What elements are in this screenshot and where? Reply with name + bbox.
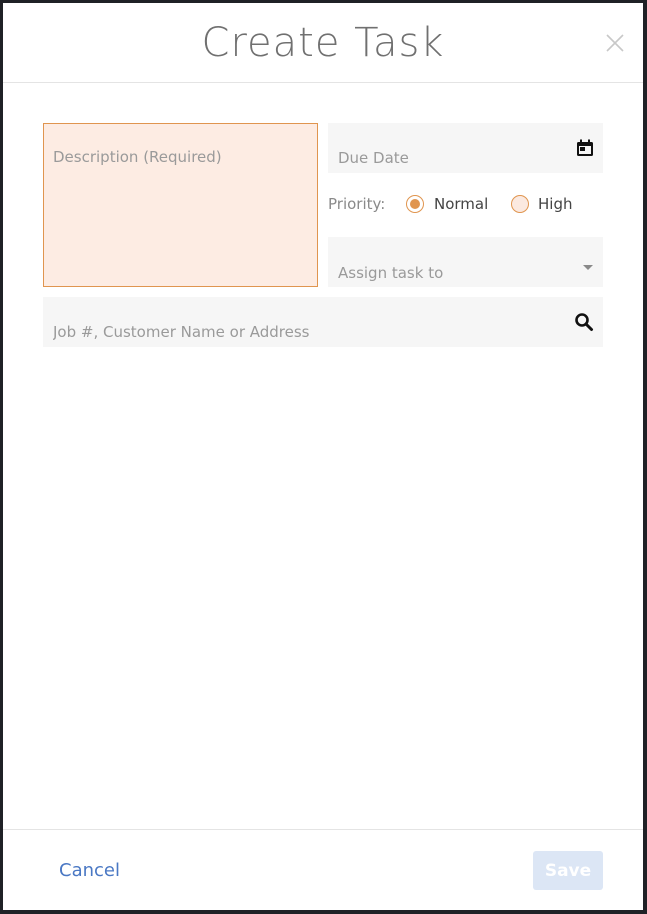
assign-task-select[interactable]: Assign task to <box>328 237 603 287</box>
description-field[interactable] <box>43 123 318 287</box>
create-task-modal: Create Task Priority: Normal <box>3 3 643 910</box>
calendar-icon[interactable] <box>575 138 595 158</box>
search-icon[interactable] <box>574 312 594 332</box>
cancel-button[interactable]: Cancel <box>59 860 120 881</box>
close-icon[interactable] <box>603 31 627 55</box>
save-button[interactable]: Save <box>533 851 603 890</box>
due-date-input[interactable] <box>338 148 563 168</box>
priority-high-radio[interactable] <box>511 195 529 213</box>
modal-title: Create Task <box>201 20 445 66</box>
radio-selected-dot <box>410 199 420 209</box>
modal-header: Create Task <box>3 3 643 83</box>
assign-task-placeholder: Assign task to <box>338 264 444 282</box>
priority-group: Priority: Normal High <box>328 192 603 218</box>
due-date-field[interactable] <box>328 123 603 173</box>
priority-normal-radio[interactable] <box>406 195 424 213</box>
job-search-field[interactable] <box>43 297 603 347</box>
priority-high-label[interactable]: High <box>538 195 572 213</box>
job-search-input[interactable] <box>53 322 563 342</box>
description-input[interactable] <box>53 148 308 276</box>
chevron-down-icon[interactable] <box>583 265 593 270</box>
modal-footer: Cancel Save <box>3 829 643 911</box>
priority-normal-label[interactable]: Normal <box>434 195 488 213</box>
priority-label: Priority: <box>328 195 386 213</box>
